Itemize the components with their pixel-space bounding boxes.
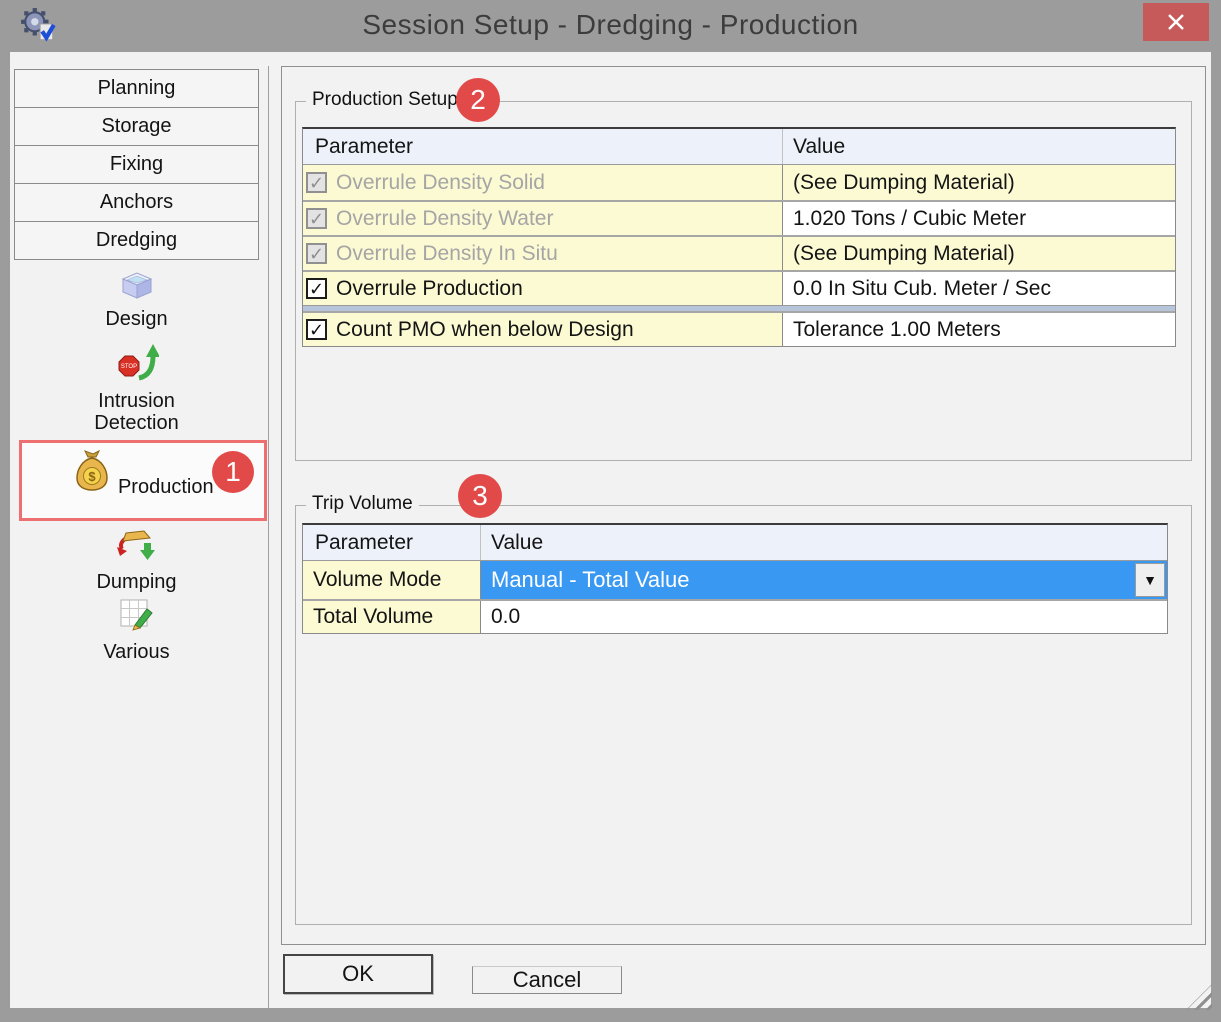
parameter-label: Volume Mode bbox=[303, 561, 481, 599]
parameter-checkbox[interactable]: ✓ bbox=[306, 319, 327, 340]
column-header-parameter: Parameter bbox=[303, 525, 481, 560]
column-header-parameter: Parameter bbox=[303, 129, 783, 164]
groupbox-title: Production Setup bbox=[306, 89, 464, 111]
annotation-badge-1: 1 bbox=[212, 451, 254, 493]
annotation-badge-3: 3 bbox=[458, 474, 502, 518]
sidebar-category-buttons: PlanningStorageFixingAnchorsDredging bbox=[14, 70, 259, 260]
table-header: Parameter Value bbox=[303, 129, 1175, 165]
production-setup-row: ✓ Count PMO when below Design Tolerance 1.… bbox=[303, 311, 1175, 346]
window-title: Session Setup - Dredging - Production bbox=[0, 9, 1221, 41]
parameter-value[interactable]: (See Dumping Material) bbox=[783, 237, 1175, 270]
sidebar-item-label: Design bbox=[14, 308, 259, 330]
sidebar-button-dredging[interactable]: Dredging bbox=[14, 221, 259, 260]
sidebar-button-anchors[interactable]: Anchors bbox=[14, 183, 259, 222]
parameter-label: Overrule Production bbox=[336, 277, 523, 301]
sidebar-button-planning[interactable]: Planning bbox=[14, 69, 259, 108]
parameter-label: Overrule Density Solid bbox=[336, 171, 545, 195]
svg-text:$: $ bbox=[89, 469, 97, 484]
dumping-icon bbox=[114, 525, 160, 563]
production-setup-table: Parameter Value ✓ Overrule Density Solid (… bbox=[302, 127, 1176, 347]
parameter-checkbox: ✓ bbox=[306, 172, 327, 193]
trip-volume-table: Parameter Value Volume ModeManual - Tota… bbox=[302, 523, 1168, 634]
parameter-checkbox[interactable]: ✓ bbox=[306, 278, 327, 299]
parameter-label: Overrule Density In Situ bbox=[336, 242, 558, 266]
dropdown-selected-value: Manual - Total Value bbox=[491, 567, 690, 593]
sidebar-item-label: Production bbox=[118, 476, 214, 498]
parameter-value[interactable]: 1.020 Tons / Cubic Meter bbox=[783, 202, 1175, 235]
production-setup-row: ✓ Overrule Density Water 1.020 Tons / Cubi… bbox=[303, 200, 1175, 235]
annotation-badge-2: 2 bbox=[456, 78, 500, 122]
ok-button[interactable]: OK bbox=[283, 954, 433, 994]
close-button[interactable] bbox=[1143, 3, 1209, 41]
dropdown-arrow-button[interactable]: ▼ bbox=[1135, 563, 1165, 597]
sidebar-separator bbox=[268, 66, 269, 1008]
production-setup-row: ✓ Overrule Density Solid (See Dumping Mate… bbox=[303, 165, 1175, 200]
production-setup-row: ✓ Overrule Production 0.0 In Situ Cub. Met… bbox=[303, 270, 1175, 305]
titlebar: Session Setup - Dredging - Production bbox=[0, 0, 1221, 52]
parameter-label: Overrule Density Water bbox=[336, 207, 553, 231]
sidebar-item-intrusion-detection[interactable]: STOP Intrusion Detection bbox=[14, 340, 259, 434]
design-box-icon bbox=[118, 270, 156, 300]
sidebar-item-label: Various bbox=[14, 641, 259, 663]
column-header-value: Value bbox=[783, 129, 1175, 164]
sidebar-item-label: Dumping bbox=[14, 571, 259, 593]
sidebar-item-design[interactable]: Design bbox=[14, 270, 259, 330]
parameter-value[interactable]: (See Dumping Material) bbox=[783, 165, 1175, 200]
sidebar-button-fixing[interactable]: Fixing bbox=[14, 145, 259, 184]
parameter-label: Total Volume bbox=[303, 601, 481, 633]
column-header-value: Value bbox=[481, 525, 1167, 560]
parameter-value[interactable]: Tolerance 1.00 Meters bbox=[783, 313, 1175, 346]
sidebar-item-various[interactable]: Various bbox=[14, 595, 259, 663]
parameter-label: Count PMO when below Design bbox=[336, 318, 634, 342]
sidebar-button-storage[interactable]: Storage bbox=[14, 107, 259, 146]
parameter-value[interactable]: 0.0 In Situ Cub. Meter / Sec bbox=[783, 272, 1175, 305]
cancel-button[interactable]: Cancel bbox=[472, 966, 622, 994]
sidebar-item-dumping[interactable]: Dumping bbox=[14, 525, 259, 593]
various-grid-icon bbox=[117, 595, 157, 633]
production-money-bag-icon: $ bbox=[72, 447, 112, 493]
table-header: Parameter Value bbox=[303, 525, 1167, 561]
parameter-checkbox: ✓ bbox=[306, 243, 327, 264]
intrusion-detection-icon: STOP bbox=[115, 340, 159, 382]
trip-volume-row: Volume Mode Manual - Total Value ▼ bbox=[303, 561, 1167, 599]
value-input[interactable]: 0.0 bbox=[481, 601, 1167, 633]
dialog-content: PlanningStorageFixingAnchorsDredging Des… bbox=[10, 52, 1211, 1008]
production-setup-row: ✓ Overrule Density In Situ (See Dumping Ma… bbox=[303, 235, 1175, 270]
close-icon bbox=[1166, 13, 1186, 31]
volume-mode-dropdown[interactable]: Manual - Total Value ▼ bbox=[481, 561, 1167, 599]
svg-text:STOP: STOP bbox=[120, 364, 136, 370]
groupbox-title: Trip Volume bbox=[306, 493, 419, 515]
trip-volume-row: Total Volume0.0 bbox=[303, 599, 1167, 633]
sidebar-item-label: Intrusion Detection bbox=[72, 390, 202, 434]
parameter-checkbox: ✓ bbox=[306, 208, 327, 229]
